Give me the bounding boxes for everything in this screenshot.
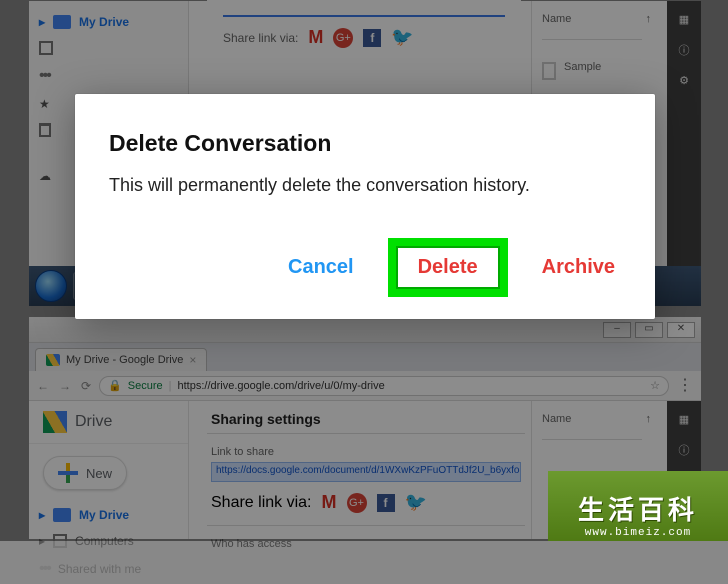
archive-button[interactable]: Archive: [542, 256, 615, 279]
cancel-button[interactable]: Cancel: [288, 256, 354, 279]
sidebar-item-label: Shared with me: [58, 562, 141, 576]
sidebar-item-shared[interactable]: ••• Shared with me: [29, 554, 188, 584]
delete-conversation-dialog: Delete Conversation This will permanentl…: [75, 94, 655, 319]
dialog-title: Delete Conversation: [109, 130, 621, 157]
delete-button[interactable]: Delete: [388, 238, 508, 297]
watermark-text: 生活百科: [578, 490, 698, 527]
watermark-url: www.bimeiz.com: [585, 527, 691, 539]
dialog-message: This will permanently delete the convers…: [109, 175, 621, 196]
watermark: 生活百科 www.bimeiz.com: [548, 471, 728, 541]
dialog-actions: Cancel Delete Archive: [109, 238, 621, 297]
people-icon: •••: [39, 560, 50, 578]
